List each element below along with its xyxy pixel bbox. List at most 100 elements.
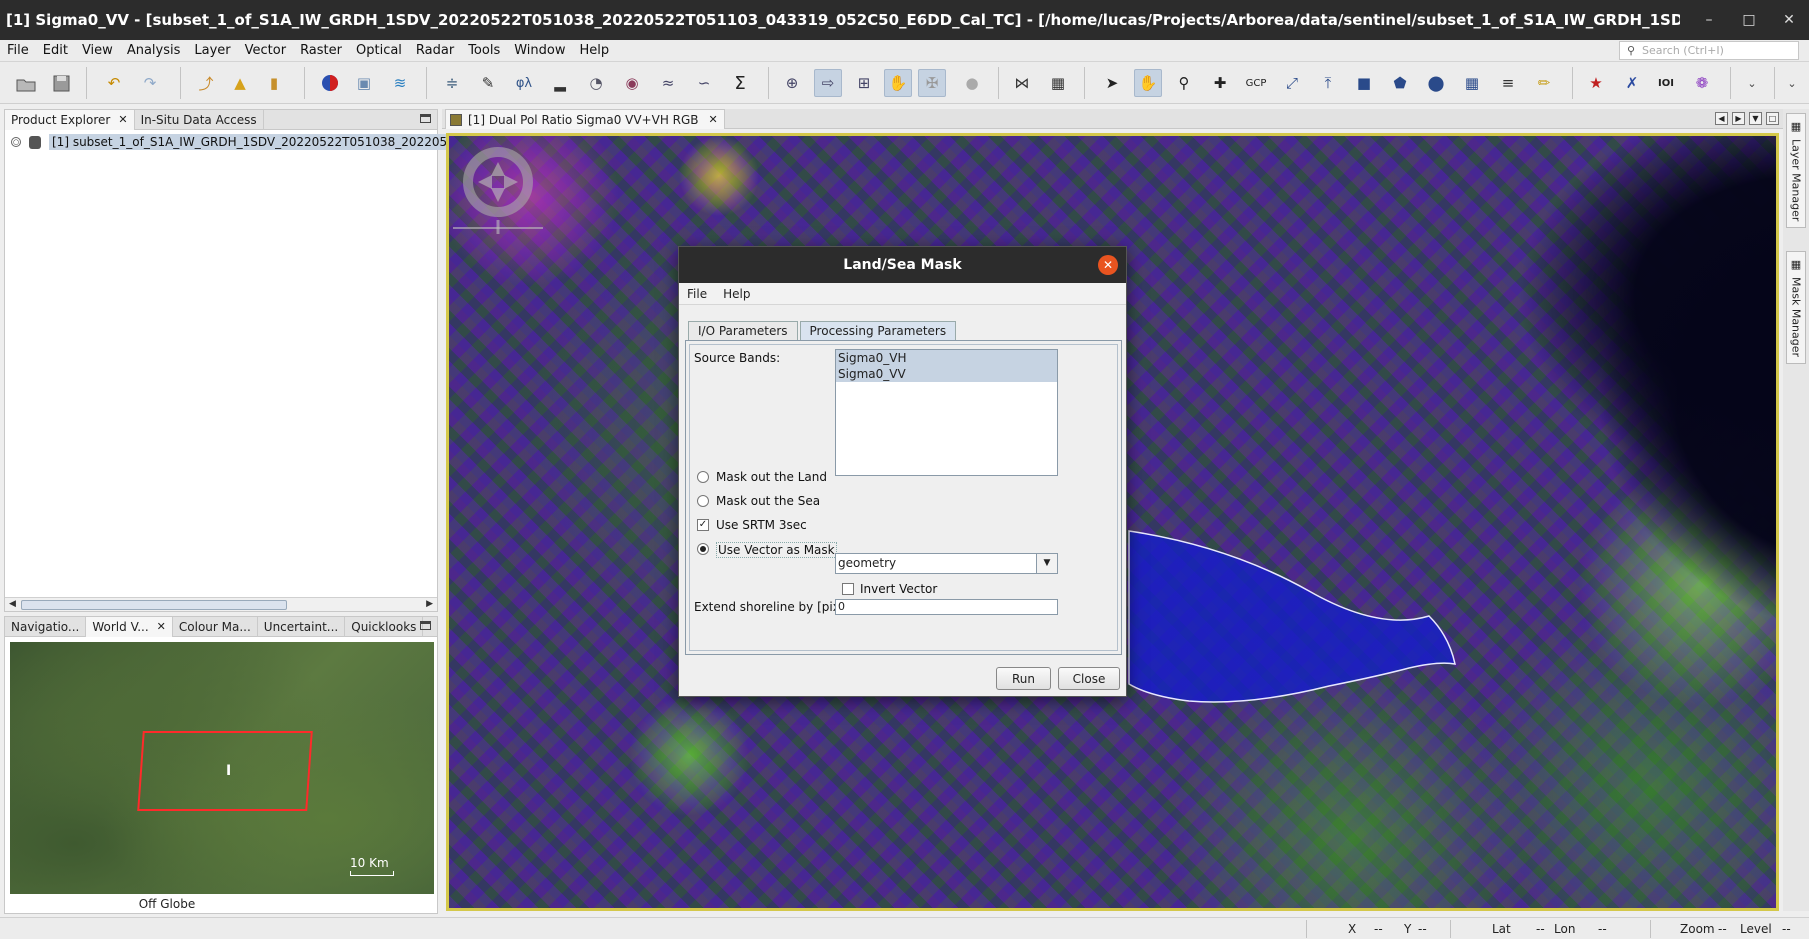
navigation-compass-icon[interactable] bbox=[453, 144, 543, 234]
histogram-icon[interactable]: ▂ bbox=[546, 69, 574, 97]
statistics-icon[interactable]: ◉ bbox=[618, 69, 646, 97]
select-tool-icon[interactable]: ➤ bbox=[1098, 69, 1126, 97]
information-icon[interactable]: ◔ bbox=[582, 69, 610, 97]
world-map[interactable]: I 10 Km bbox=[10, 642, 434, 894]
close-icon[interactable]: ✕ bbox=[709, 113, 718, 126]
overflow-tools-icon[interactable]: ⌄ bbox=[1778, 69, 1806, 97]
pan-tool-icon[interactable]: ✋ bbox=[1134, 69, 1162, 97]
chevron-down-icon[interactable]: ▼ bbox=[1036, 554, 1057, 573]
tab-layer-manager[interactable]: ▦ Layer Manager bbox=[1786, 113, 1806, 229]
scrollbar-thumb[interactable] bbox=[21, 600, 287, 610]
layer-stack-icon[interactable]: ▣ bbox=[350, 69, 378, 97]
minimize-panel-icon[interactable] bbox=[420, 114, 431, 123]
magic-wand-icon[interactable]: ✏ bbox=[1530, 69, 1558, 97]
ellipse-tool-icon[interactable]: ⬤ bbox=[1422, 69, 1450, 97]
product-tree-item[interactable]: ○ [1] subset_1_of_S1A_IW_GRDH_1SDV_20220… bbox=[11, 134, 473, 150]
tab-io-parameters[interactable]: I/O Parameters bbox=[688, 321, 798, 340]
tab-mask-manager[interactable]: ▦ Mask Manager bbox=[1786, 251, 1806, 365]
band-maths-icon[interactable]: ▮ bbox=[260, 69, 288, 97]
sync-cursor-icon[interactable]: ⇨ bbox=[814, 69, 842, 97]
range-finder-icon[interactable]: ≡ bbox=[1494, 69, 1522, 97]
rectangle-tool-icon[interactable]: ■ bbox=[1350, 69, 1378, 97]
minimize-button[interactable]: – bbox=[1689, 12, 1729, 28]
menu-layer[interactable]: Layer bbox=[187, 43, 237, 58]
minimize-panel-icon[interactable] bbox=[420, 621, 431, 630]
world-overlay-icon[interactable]: ● bbox=[958, 69, 986, 97]
menu-raster[interactable]: Raster bbox=[293, 43, 349, 58]
tab-quicklooks[interactable]: Quicklooks bbox=[345, 616, 424, 637]
source-bands-list[interactable]: Sigma0_VH Sigma0_VV bbox=[835, 349, 1058, 476]
edit-icon[interactable]: ✎ bbox=[474, 69, 502, 97]
zoom-tool-icon[interactable]: ⚲ bbox=[1170, 69, 1198, 97]
tab-in-situ-data-access[interactable]: In-Situ Data Access bbox=[135, 109, 264, 130]
menu-radar[interactable]: Radar bbox=[409, 43, 461, 58]
menu-view[interactable]: View bbox=[75, 43, 120, 58]
save-product-icon[interactable] bbox=[48, 69, 76, 97]
graph-builder-icon[interactable]: ⋈ bbox=[1008, 69, 1036, 97]
mask-sea-radio[interactable] bbox=[697, 495, 709, 507]
list-item[interactable]: Sigma0_VH bbox=[836, 350, 1057, 366]
menu-help[interactable]: Help bbox=[573, 43, 617, 58]
menu-vector[interactable]: Vector bbox=[238, 43, 293, 58]
dialog-close-icon[interactable]: ✕ bbox=[1098, 255, 1118, 275]
pin-tool-icon[interactable]: ✚ bbox=[1206, 69, 1234, 97]
tab-dual-pol-rgb[interactable]: [1] Dual Pol Ratio Sigma0 VV+VH RGB ✕ bbox=[445, 109, 725, 129]
maximize-button[interactable]: □ bbox=[1729, 12, 1769, 28]
export-icon[interactable]: ▲ bbox=[226, 69, 254, 97]
rgb-image-icon[interactable] bbox=[316, 69, 344, 97]
menu-analysis[interactable]: Analysis bbox=[120, 43, 188, 58]
scroll-left-icon[interactable]: ◀ bbox=[9, 599, 16, 609]
product-name[interactable]: [1] subset_1_of_S1A_IW_GRDH_1SDV_2022052… bbox=[49, 134, 473, 150]
use-srtm-checkbox[interactable]: ✓ bbox=[697, 519, 709, 531]
menu-window[interactable]: Window bbox=[507, 43, 572, 58]
menu-optical[interactable]: Optical bbox=[349, 43, 409, 58]
cluster-tool-icon[interactable]: ❁ bbox=[1688, 69, 1716, 97]
zoom-overlay-icon[interactable]: ✠ bbox=[918, 69, 946, 97]
tab-world-view[interactable]: World V... ✕ bbox=[86, 616, 173, 637]
previous-tab-icon[interactable]: ◀ bbox=[1715, 112, 1728, 125]
extend-shoreline-input[interactable]: 0 bbox=[835, 599, 1058, 615]
scroll-right-icon[interactable]: ▶ bbox=[426, 599, 433, 609]
profile-plot-icon[interactable]: ≑ bbox=[438, 69, 466, 97]
import-vector-icon[interactable]: ⤴ bbox=[192, 69, 220, 97]
close-window-button[interactable]: ✕ bbox=[1769, 12, 1809, 28]
pan-overlay-icon[interactable]: ✋ bbox=[884, 69, 912, 97]
menu-edit[interactable]: Edit bbox=[36, 43, 75, 58]
more-tools-icon[interactable]: ⌄ bbox=[1738, 69, 1766, 97]
run-button[interactable]: Run bbox=[996, 667, 1051, 690]
redo-icon[interactable]: ↷ bbox=[136, 69, 164, 97]
open-product-icon[interactable] bbox=[12, 69, 40, 97]
polyline-tool-icon[interactable]: ⤒ bbox=[1314, 69, 1342, 97]
tab-navigation[interactable]: Navigatio... bbox=[5, 616, 87, 637]
use-vector-radio[interactable] bbox=[697, 543, 709, 555]
tab-colour-manipulation[interactable]: Colour Ma... bbox=[173, 616, 258, 637]
star-tool-icon[interactable]: ★ bbox=[1582, 69, 1610, 97]
horizontal-scrollbar[interactable]: ◀ ▶ bbox=[5, 597, 437, 611]
sigma-icon[interactable]: Σ bbox=[726, 69, 754, 97]
close-icon[interactable]: ✕ bbox=[157, 620, 166, 633]
wave-icon[interactable]: ≋ bbox=[386, 69, 414, 97]
expand-node-icon[interactable]: ○ bbox=[11, 137, 21, 147]
dialog-menu-help[interactable]: Help bbox=[715, 287, 758, 301]
dialog-menu-file[interactable]: File bbox=[679, 287, 715, 301]
invert-vector-checkbox[interactable] bbox=[842, 583, 854, 595]
scatter-plot-icon[interactable]: ≈ bbox=[654, 69, 682, 97]
polygon-tool-icon[interactable]: ⬟ bbox=[1386, 69, 1414, 97]
undo-icon[interactable]: ↶ bbox=[100, 69, 128, 97]
batch-processing-icon[interactable]: ▦ bbox=[1044, 69, 1072, 97]
close-icon[interactable]: ✕ bbox=[118, 113, 127, 126]
search-input[interactable]: Search (Ctrl+I) bbox=[1642, 44, 1724, 57]
tab-list-icon[interactable]: ▼ bbox=[1749, 112, 1762, 125]
close-button[interactable]: Close bbox=[1058, 667, 1120, 690]
menu-tools[interactable]: Tools bbox=[461, 43, 507, 58]
line-tool-icon[interactable]: ⤢ bbox=[1278, 69, 1306, 97]
search-box[interactable]: ⚲ Search (Ctrl+I) bbox=[1619, 41, 1799, 60]
maximize-view-icon[interactable]: □ bbox=[1766, 112, 1779, 125]
spectrum-icon[interactable]: φλ bbox=[510, 69, 538, 97]
gcp-tool-icon[interactable]: GCP bbox=[1242, 69, 1270, 97]
insert-vertex-icon[interactable]: ▦ bbox=[1458, 69, 1486, 97]
tab-uncertainty[interactable]: Uncertaint... bbox=[258, 616, 346, 637]
mask-land-radio[interactable] bbox=[697, 471, 709, 483]
correlative-plot-icon[interactable]: ∽ bbox=[690, 69, 718, 97]
tab-product-explorer[interactable]: Product Explorer ✕ bbox=[5, 109, 135, 130]
